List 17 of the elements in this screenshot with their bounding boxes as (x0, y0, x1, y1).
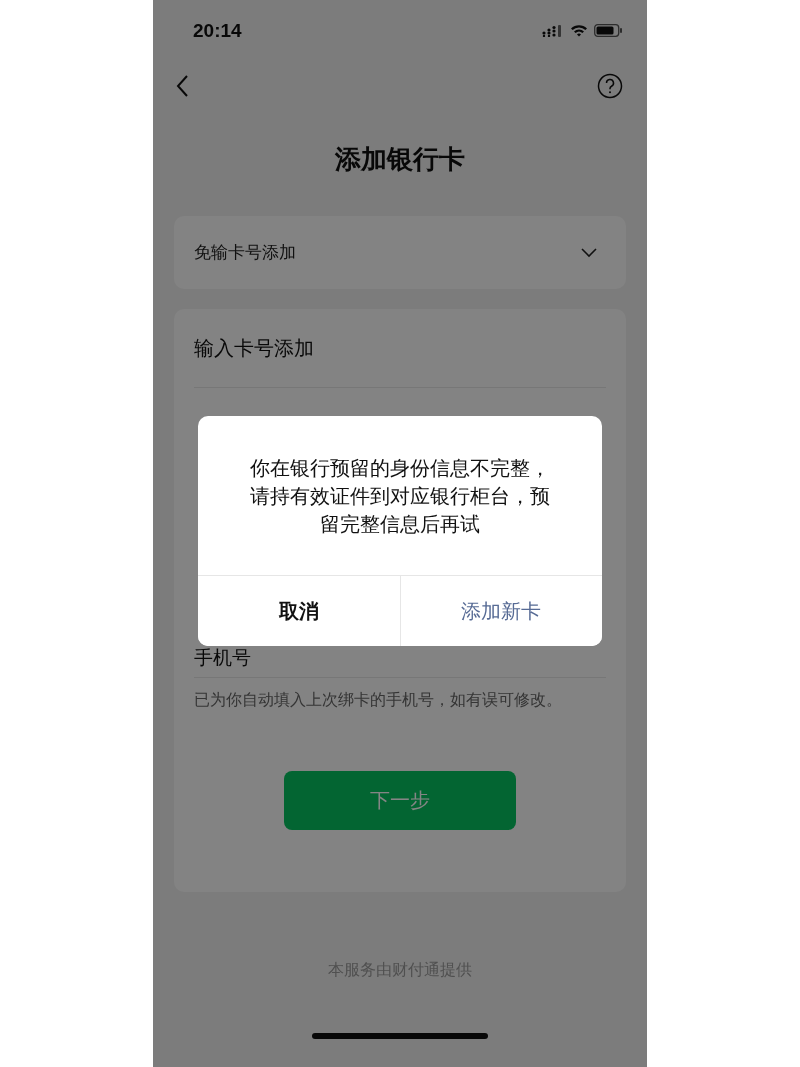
chevron-icon (580, 247, 598, 258)
cancel-button[interactable]: 取消 (198, 576, 401, 646)
quick-add-panel[interactable]: 免输卡号添加 (174, 216, 626, 289)
alert-message-line: 你在银行预留的身份信息不完整， (250, 455, 550, 482)
hint-text: 已为你自动填入上次绑卡的手机号，如有误可修改。 (194, 690, 563, 711)
section-title: 输入卡号添加 (194, 335, 315, 362)
signal-icon (542, 24, 564, 37)
field-label: 手机号 (194, 646, 252, 670)
status-time: 20:14 (193, 19, 242, 42)
alert-message-line: 留完整信息后再试 (320, 511, 480, 538)
quick-add-label: 免输卡号添加 (194, 241, 296, 264)
wifi-icon (570, 24, 588, 37)
battery-icon (594, 24, 623, 37)
page-title: 添加银行卡 (335, 144, 465, 174)
back-icon[interactable] (175, 74, 189, 98)
help-icon[interactable] (597, 73, 623, 99)
alert-message-line: 请持有效证件到对应银行柜台，预 (250, 483, 550, 510)
